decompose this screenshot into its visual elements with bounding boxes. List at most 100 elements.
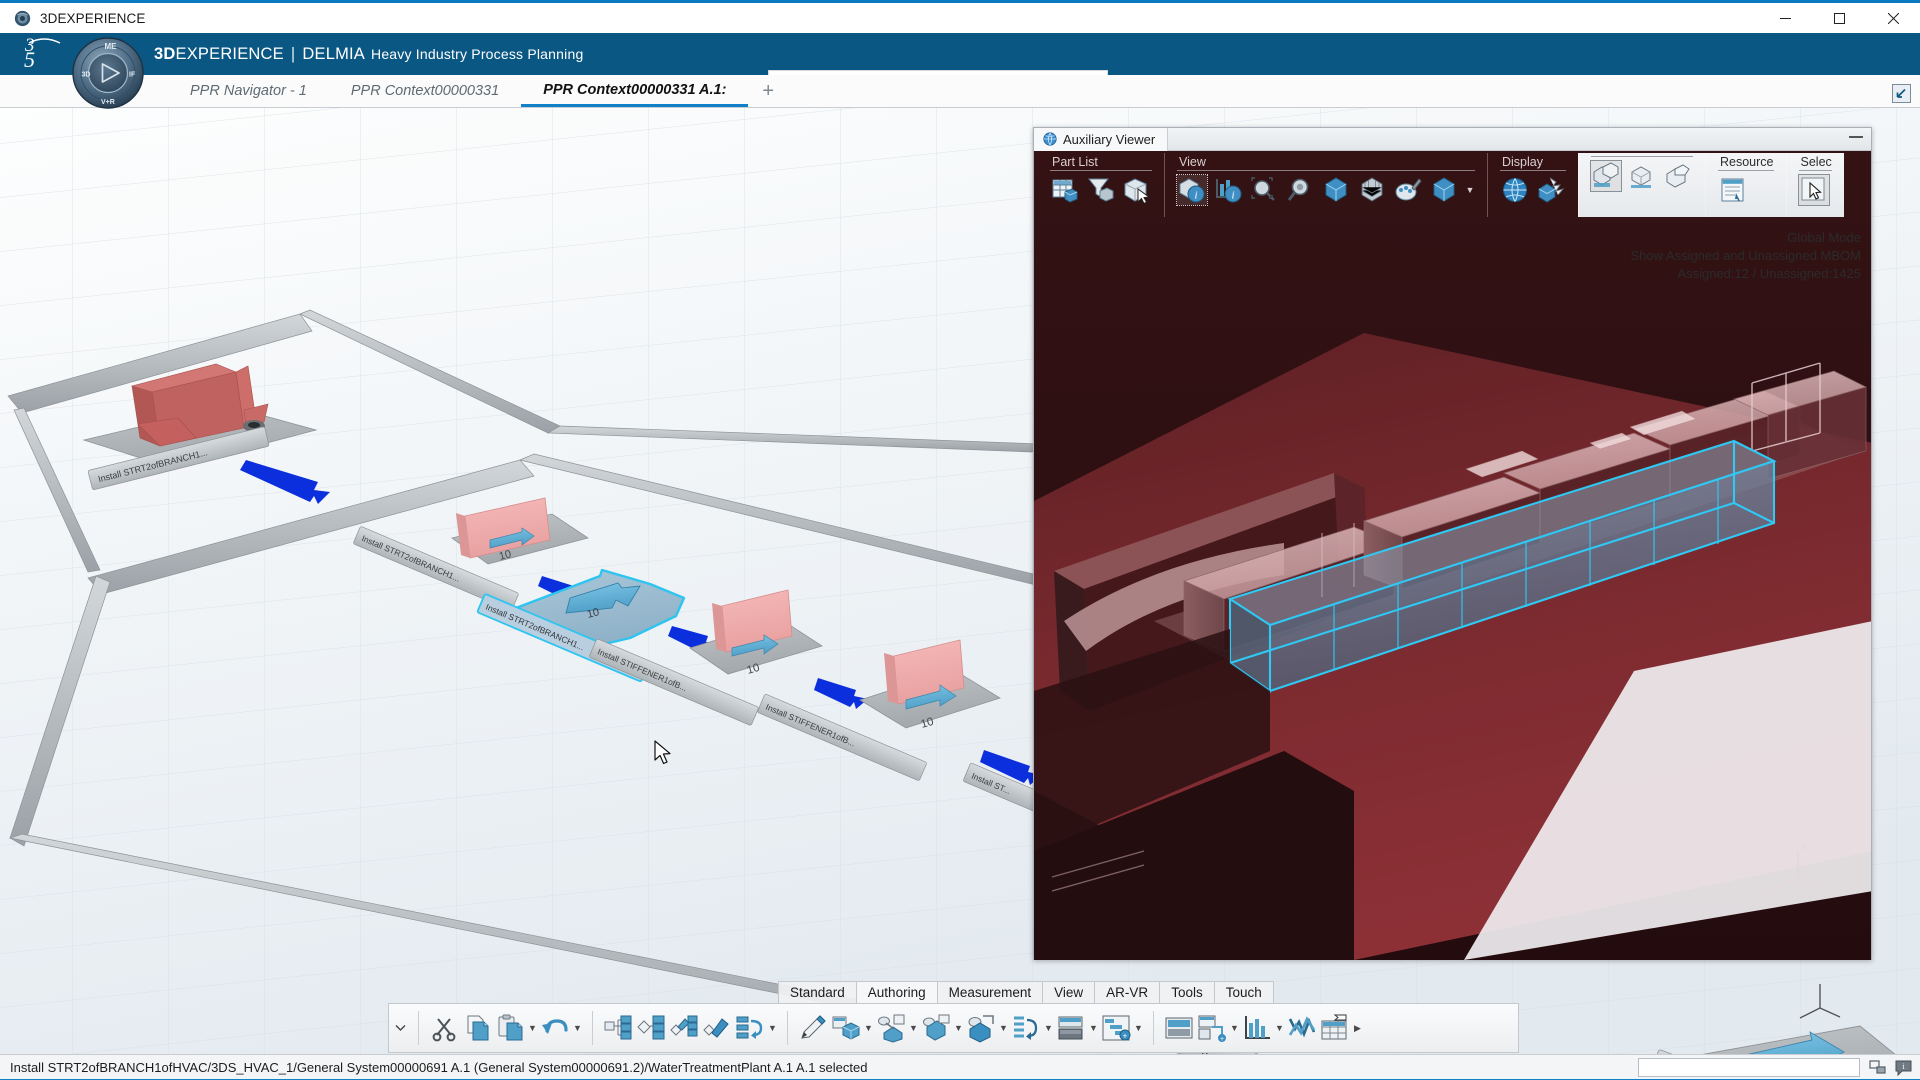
assign-item-icon[interactable]: [831, 1013, 861, 1043]
tab-ppr-context[interactable]: PPR Context00000331: [329, 75, 521, 107]
render-style-icon[interactable]: [1393, 175, 1423, 205]
tab-ppr-navigator[interactable]: PPR Navigator - 1: [168, 75, 329, 107]
line-chart-icon[interactable]: [1242, 1013, 1272, 1043]
pert-chart-icon[interactable]: [1164, 1013, 1194, 1043]
select-part-icon[interactable]: [1122, 175, 1152, 205]
gantt-caret-icon[interactable]: ▼: [1134, 1013, 1143, 1043]
auxiliary-viewer-mode-info: Global Mode Show Assigned and Unassigned…: [1630, 229, 1861, 283]
overflow-arrow-icon[interactable]: ▶: [1353, 1013, 1362, 1043]
resource-list-icon[interactable]: [1718, 175, 1748, 205]
tab-ar-vr[interactable]: AR-VR: [1094, 981, 1161, 1003]
view-more-caret-icon[interactable]: ▼: [1465, 185, 1475, 195]
brand-title: 3D EXPERIENCE | DELMIA Heavy Industry Pro…: [154, 45, 583, 64]
tab-authoring[interactable]: Authoring: [855, 981, 938, 1003]
tab-ppr-context-a1[interactable]: PPR Context00000331 A.1:: [521, 75, 749, 107]
os-title-left: 3DEXPERIENCE: [0, 10, 145, 27]
gantt-chart-icon[interactable]: +: [1101, 1013, 1131, 1043]
auxiliary-viewer-window[interactable]: Auxiliary Viewer z x y Part List View i …: [1033, 127, 1872, 960]
fit-all-icon[interactable]: [1249, 175, 1279, 205]
view-cube-icon[interactable]: [1429, 175, 1459, 205]
minimize-button[interactable]: [1758, 3, 1812, 33]
create-assembly-icon[interactable]: [636, 1013, 666, 1043]
hide-show-icon[interactable]: [1627, 161, 1657, 191]
status-bar-right: i: [1638, 1058, 1920, 1077]
close-button[interactable]: [1866, 3, 1920, 33]
reorder-tree-icon[interactable]: [735, 1013, 765, 1043]
status-command-input[interactable]: [1638, 1058, 1860, 1077]
flow-caret-icon[interactable]: ▼: [999, 1013, 1008, 1043]
selection-pointer-icon[interactable]: [1797, 174, 1830, 206]
tab-standard[interactable]: Standard: [778, 981, 857, 1003]
application-window: 3DEXPERIENCE 3 5 3DEXPERIENCE | DELMIA: [0, 0, 1920, 1080]
tab-tools[interactable]: Tools: [1159, 981, 1215, 1003]
action-group-analysis: + ▼ ▼ ▶: [1161, 1013, 1365, 1043]
swap-visible-space-icon[interactable]: [1590, 160, 1622, 192]
link-item-icon[interactable]: [876, 1013, 906, 1043]
grid-view-icon[interactable]: [1357, 175, 1387, 205]
object-info-icon[interactable]: i: [1176, 174, 1208, 206]
iso-view-cube-icon[interactable]: [1321, 175, 1351, 205]
create-system-icon[interactable]: [603, 1013, 633, 1043]
svg-text:x: x: [1768, 885, 1773, 895]
tab-measurement[interactable]: Measurement: [936, 981, 1044, 1003]
table-export-icon[interactable]: [1320, 1013, 1350, 1043]
line-chart-caret-icon[interactable]: ▼: [1275, 1013, 1284, 1043]
edit-pencil-icon[interactable]: [798, 1013, 828, 1043]
3dexperience-compass-icon[interactable]: 3D IF V+R ME: [71, 36, 145, 110]
measure-info-icon[interactable]: i: [1213, 175, 1243, 205]
spreadsheet-icon[interactable]: [1287, 1013, 1317, 1043]
3dexperience-logo-icon: [14, 10, 31, 26]
add-tab-button[interactable]: +: [748, 75, 788, 107]
tab-label: PPR Navigator - 1: [190, 83, 307, 99]
insert-operation-icon[interactable]: [669, 1013, 699, 1043]
action-group-structure: ▼: [600, 1013, 780, 1043]
precedence-caret-icon[interactable]: ▼: [1044, 1013, 1053, 1043]
flow-link-icon[interactable]: [966, 1013, 996, 1043]
tab-label: PPR Context00000331: [350, 83, 500, 99]
3ds-logo-icon[interactable]: 3 5: [24, 34, 66, 74]
svg-text:+: +: [1123, 1032, 1128, 1041]
status-message: Install STRT2ofBRANCH1ofHVAC/3DS_HVAC_1/…: [10, 1060, 868, 1075]
assign-caret-icon[interactable]: ▼: [864, 1013, 873, 1043]
bar-chart-icon[interactable]: +: [1197, 1013, 1227, 1043]
part-list-table-icon[interactable]: [1050, 175, 1080, 205]
undo-options-caret-icon[interactable]: ▼: [573, 1013, 582, 1043]
paste-options-caret-icon[interactable]: ▼: [528, 1013, 537, 1043]
close-icon: [1887, 12, 1899, 24]
insert-process-icon[interactable]: [702, 1013, 732, 1043]
link-caret-icon[interactable]: ▼: [909, 1013, 918, 1043]
sequence-caret-icon[interactable]: ▼: [1089, 1013, 1098, 1043]
collapse-panel-icon: [1891, 83, 1911, 103]
svg-text:y: y: [1822, 883, 1827, 893]
bar-chart-caret-icon[interactable]: ▼: [1230, 1013, 1239, 1043]
reorder-options-caret-icon[interactable]: ▼: [768, 1013, 777, 1043]
globe-display-icon[interactable]: [1500, 175, 1530, 205]
auxiliary-viewer-tab[interactable]: Auxiliary Viewer: [1034, 127, 1169, 151]
precedence-icon[interactable]: [1011, 1013, 1041, 1043]
action-bar-collapse-button[interactable]: [389, 1004, 411, 1052]
unlink-item-icon[interactable]: [921, 1013, 951, 1043]
unlink-caret-icon[interactable]: ▼: [954, 1013, 963, 1043]
paste-icon[interactable]: [495, 1013, 525, 1043]
auxiliary-viewer-canvas[interactable]: z x y Part List View i i ▼ Display Resou…: [1034, 151, 1871, 960]
auxiliary-viewer-title-bar[interactable]: Auxiliary Viewer: [1034, 127, 1871, 151]
undo-icon[interactable]: [540, 1013, 570, 1043]
auxiliary-viewer-minimize-button[interactable]: [1849, 136, 1863, 138]
sequence-tree-icon[interactable]: [1056, 1013, 1086, 1043]
copy-icon[interactable]: [462, 1013, 492, 1043]
lighting-display-icon[interactable]: [1536, 175, 1566, 205]
chat-bubble-icon[interactable]: i: [1895, 1059, 1912, 1076]
filter-part-list-icon[interactable]: [1086, 175, 1116, 205]
mouse-cursor: [654, 740, 671, 765]
tab-view[interactable]: View: [1042, 981, 1096, 1003]
maximize-button[interactable]: [1812, 3, 1866, 33]
zoom-icon[interactable]: [1285, 175, 1315, 205]
collapse-panel-button[interactable]: [1888, 81, 1914, 105]
os-title-bar: 3DEXPERIENCE: [0, 0, 1920, 33]
auxiliary-viewer-title: Auxiliary Viewer: [1063, 131, 1156, 147]
tab-touch[interactable]: Touch: [1213, 981, 1274, 1003]
cut-scissors-icon[interactable]: [429, 1013, 459, 1043]
svg-text:3D: 3D: [82, 72, 91, 79]
cut-section-icon[interactable]: [1663, 161, 1693, 191]
dual-screen-icon[interactable]: [1869, 1059, 1886, 1076]
